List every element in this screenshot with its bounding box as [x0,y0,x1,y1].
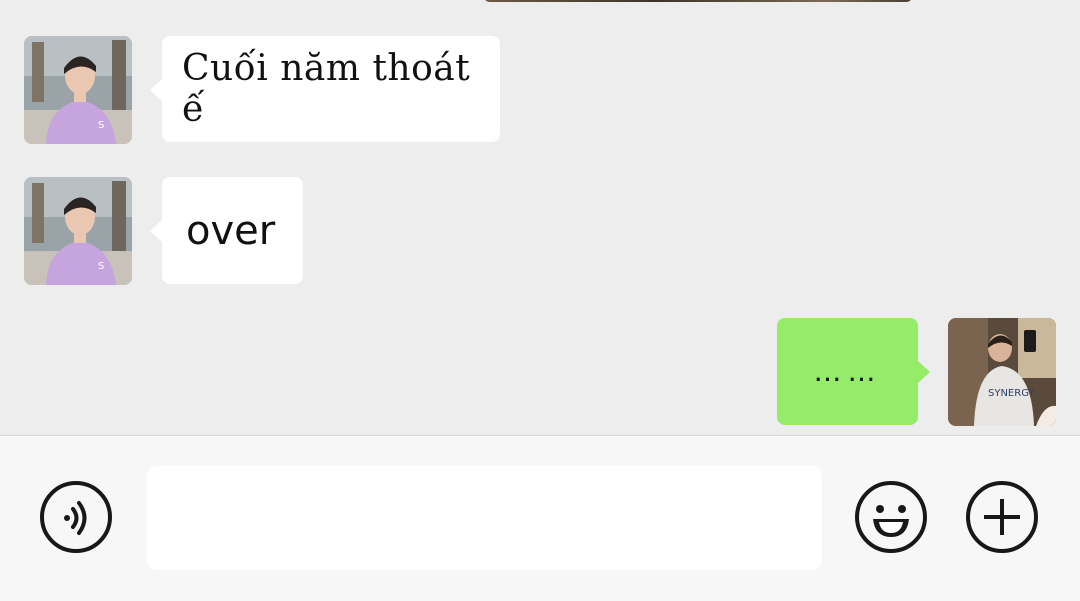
add-button[interactable] [966,481,1038,553]
chat-area[interactable]: S Cuối năm thoát ế S over …… SYNERGY [0,0,1080,435]
emoji-icon [873,505,909,537]
bubble-tail [918,361,930,383]
svg-text:SYNERGY: SYNERGY [988,388,1035,399]
bubble-tail [150,220,162,242]
message-bubble[interactable]: Cuối năm thoát ế [162,36,500,142]
message-bubble[interactable]: over [162,177,303,284]
svg-text:S: S [98,261,104,272]
message-text: Cuối năm thoát ế [182,48,471,130]
emoji-button[interactable] [855,481,927,553]
message-bubble[interactable]: …… [777,318,918,425]
voice-icon [64,501,87,535]
my-avatar[interactable]: SYNERGY [948,318,1056,426]
plus-icon [984,499,1020,535]
input-bar [0,435,1080,601]
message-input[interactable] [147,466,822,570]
svg-text:S: S [98,120,104,131]
contact-avatar[interactable]: S [24,36,132,144]
message-text: over [186,207,276,254]
image-message-edge[interactable] [483,0,913,2]
message-text: …… [813,355,882,388]
voice-button[interactable] [40,481,112,553]
contact-avatar[interactable]: S [24,177,132,285]
bubble-tail [150,79,162,101]
